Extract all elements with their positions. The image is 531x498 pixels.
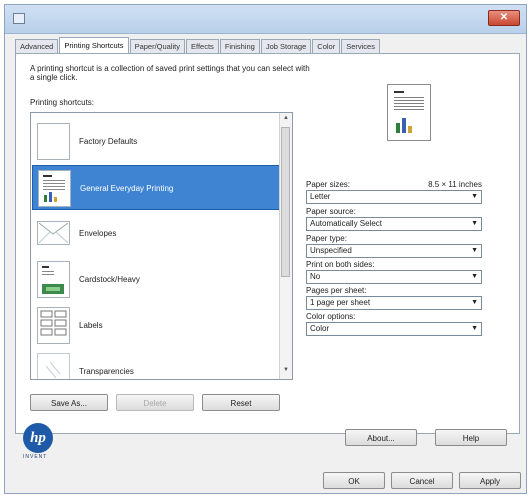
color-options-select[interactable]: Color ▼	[306, 322, 482, 336]
list-item-labels[interactable]: Labels	[32, 303, 280, 348]
list-item-label: Factory Defaults	[79, 137, 138, 146]
description-text: A printing shortcut is a collection of s…	[30, 64, 310, 82]
list-item-factory-defaults[interactable]: Factory Defaults	[32, 119, 280, 164]
reset-button[interactable]: Reset	[202, 394, 280, 411]
paper-sizes-field: Paper sizes: 8.5 × 11 inches Letter ▼	[306, 180, 482, 204]
list-item-label: Labels	[79, 321, 103, 330]
pages-per-sheet-label: Pages per sheet:	[306, 286, 367, 295]
chevron-down-icon: ▼	[471, 193, 478, 200]
chevron-down-icon: ▼	[471, 247, 478, 254]
scroll-down-icon[interactable]: ▼	[282, 367, 290, 377]
apply-button[interactable]: Apply	[459, 472, 521, 489]
tab-services[interactable]: Services	[341, 39, 380, 54]
hp-tagline: INVENT	[23, 454, 48, 460]
preview-chart-bar	[402, 118, 406, 133]
pages-per-sheet-field: Pages per sheet: 1 page per sheet ▼	[306, 286, 482, 310]
list-item-label: Transparencies	[79, 367, 134, 376]
tab-job-storage[interactable]: Job Storage	[260, 39, 312, 54]
duplex-field: Print on both sides: No ▼	[306, 260, 482, 284]
color-options-label: Color options:	[306, 312, 356, 321]
paper-dimensions: 8.5 × 11 inches	[428, 180, 482, 189]
close-button[interactable]: ✕	[488, 10, 520, 26]
preview-header	[394, 91, 404, 93]
preview-line	[394, 97, 424, 98]
ok-button[interactable]: OK	[323, 472, 385, 489]
list-item-label: Cardstock/Heavy	[79, 275, 140, 284]
about-button[interactable]: About...	[345, 429, 417, 446]
tab-printing-shortcuts[interactable]: Printing Shortcuts	[59, 37, 129, 54]
hp-logo: hp	[23, 423, 53, 453]
pages-per-sheet-value: 1 page per sheet	[310, 298, 371, 307]
duplex-select[interactable]: No ▼	[306, 270, 482, 284]
paper-source-field: Paper source: Automatically Select ▼	[306, 207, 482, 231]
preview-line	[394, 106, 424, 107]
list-item-label: Envelopes	[79, 229, 117, 238]
chevron-down-icon: ▼	[471, 220, 478, 227]
document-icon	[38, 170, 71, 207]
paper-sizes-value: Letter	[310, 192, 331, 201]
tab-finishing[interactable]: Finishing	[219, 39, 260, 54]
paper-sizes-label: Paper sizes:	[306, 180, 351, 189]
envelope-icon	[37, 221, 70, 245]
preview-line	[394, 100, 424, 101]
list-item-envelopes[interactable]: Envelopes	[32, 211, 280, 256]
paper-type-label: Paper type:	[306, 234, 347, 243]
chevron-down-icon: ▼	[471, 273, 478, 280]
title-bar: ✕	[5, 5, 526, 34]
page-preview	[387, 84, 431, 141]
preview-chart-bar	[396, 123, 400, 133]
help-button[interactable]: Help	[435, 429, 507, 446]
transparency-icon	[37, 353, 70, 379]
paper-sizes-select[interactable]: Letter ▼	[306, 190, 482, 204]
cardstock-icon	[37, 261, 70, 298]
list-scrollbar[interactable]: ▲ ▼	[279, 113, 292, 379]
labels-icon	[37, 307, 70, 344]
preview-line	[394, 103, 424, 104]
color-options-value: Color	[310, 324, 330, 333]
paper-type-select[interactable]: Unspecified ▼	[306, 244, 482, 258]
shortcuts-list[interactable]: Factory Defaults General Everyday Printi…	[30, 112, 293, 380]
delete-button[interactable]: Delete	[116, 394, 194, 411]
list-item-transparencies[interactable]: Transparencies	[32, 349, 280, 379]
tab-paper-quality[interactable]: Paper/Quality	[129, 39, 186, 54]
tab-color[interactable]: Color	[312, 39, 341, 54]
preview-line	[394, 109, 424, 110]
printing-shortcuts-panel: A printing shortcut is a collection of s…	[15, 53, 520, 434]
paper-source-select[interactable]: Automatically Select ▼	[306, 217, 482, 231]
paper-source-value: Automatically Select	[310, 219, 383, 228]
scroll-thumb[interactable]	[281, 127, 290, 277]
pages-per-sheet-select[interactable]: 1 page per sheet ▼	[306, 296, 482, 310]
color-options-field: Color options: Color ▼	[306, 312, 482, 336]
cancel-button[interactable]: Cancel	[391, 472, 453, 489]
paper-type-value: Unspecified	[310, 246, 352, 255]
save-as-button[interactable]: Save As...	[30, 394, 108, 411]
duplex-value: No	[310, 272, 321, 281]
shortcuts-label: Printing shortcuts:	[30, 98, 95, 107]
paper-source-label: Paper source:	[306, 207, 356, 216]
paper-type-field: Paper type: Unspecified ▼	[306, 234, 482, 258]
tab-advanced[interactable]: Advanced	[15, 39, 59, 54]
chevron-down-icon: ▼	[471, 299, 478, 306]
blank-page-icon	[37, 123, 70, 160]
list-item-cardstock-heavy[interactable]: Cardstock/Heavy	[32, 257, 280, 302]
list-item-general-everyday-printing[interactable]: General Everyday Printing	[32, 165, 280, 210]
scroll-up-icon[interactable]: ▲	[282, 115, 290, 125]
preview-chart-bar	[408, 126, 412, 133]
duplex-label: Print on both sides:	[306, 260, 375, 269]
list-item-label: General Everyday Printing	[80, 184, 174, 193]
tab-effects[interactable]: Effects	[186, 39, 219, 54]
chevron-down-icon: ▼	[471, 325, 478, 332]
printer-icon	[13, 13, 25, 24]
printer-properties-window: ✕ Advanced Printing Shortcuts Paper/Qual…	[4, 4, 527, 494]
tab-strip: Advanced Printing Shortcuts Paper/Qualit…	[15, 37, 381, 54]
